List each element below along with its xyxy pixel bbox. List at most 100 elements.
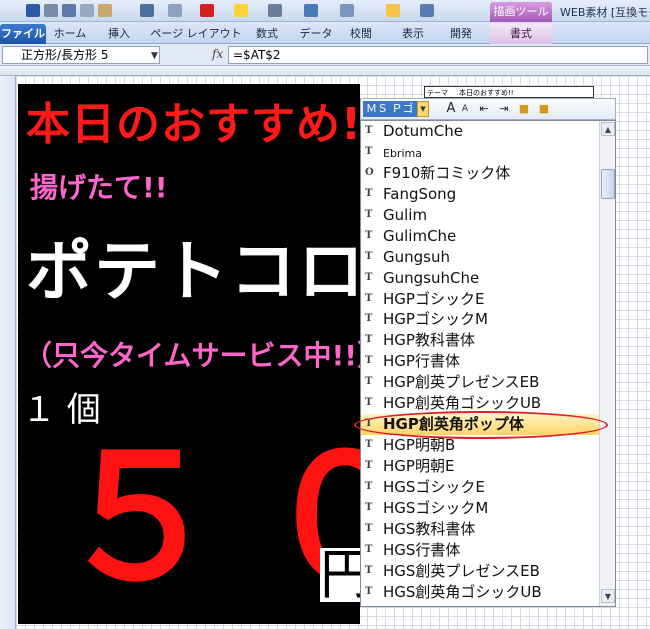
font-list-item-label: HGP創英角ゴシックUB — [383, 394, 542, 413]
tab-insert[interactable]: 挿入 — [104, 24, 134, 44]
poster-product: ポテトコロッケ — [26, 233, 360, 310]
font-list-item[interactable]: T HGS教科書体 — [361, 519, 599, 540]
truetype-font-icon: T — [365, 208, 373, 220]
font-list-item-label: HGS行書体 — [383, 540, 461, 559]
print-icon[interactable] — [44, 4, 58, 17]
title-bar: 描画ツール WEB素材 [互換モード] — [0, 0, 650, 22]
tab-review[interactable]: 校閲 — [346, 24, 376, 44]
name-box[interactable]: 正方形/長方形 5 ▼ — [2, 46, 160, 64]
font-list-item-label: HGP行書体 — [383, 352, 460, 371]
font-list-item-label: HGP明朝B — [383, 436, 456, 455]
font-list-item[interactable]: T HGP創英角ポップ体 — [361, 414, 599, 436]
font-list-item[interactable]: T HGS創英角ゴシックUB — [361, 582, 599, 603]
copy-icon[interactable] — [80, 4, 94, 17]
table-icon[interactable] — [304, 4, 318, 17]
font-list-item-label: HGS創英プレゼンスEB — [383, 561, 540, 580]
fill-color-icon[interactable] — [234, 4, 248, 17]
undo-icon[interactable] — [140, 4, 154, 17]
font-list-item[interactable]: T HGP明朝E — [361, 456, 599, 477]
font-name-box[interactable]: ＭＳ Ｐゴ — [363, 101, 417, 117]
font-dropdown-list: T DotumChe T Ebrima O F910新コミック体 T FangSong T Gul… — [360, 120, 616, 607]
truetype-font-icon: T — [365, 543, 373, 555]
font-list-item[interactable]: T HGS創英プレゼンスEB — [361, 561, 599, 582]
font-list-item[interactable]: T HGP教科書体 — [361, 330, 599, 351]
ribbon-tabs: ファイル ホーム 挿入 ページ レイアウト 数式 データ 校閲 表示 開発 書式 — [0, 22, 650, 44]
bring-forward-icon[interactable]: ■ — [517, 101, 531, 117]
preview-icon[interactable] — [62, 4, 76, 17]
decrease-indent-icon[interactable]: ⇤ — [477, 101, 491, 117]
tab-developer[interactable]: 開発 — [446, 24, 476, 44]
font-list-item[interactable]: T Gulim — [361, 205, 599, 226]
font-list-item-label: HGS創英角ゴシックUB — [383, 582, 542, 601]
font-list-item[interactable]: T HGPゴシックM — [361, 309, 599, 330]
font-list-item-label: HGSゴシックM — [383, 498, 489, 517]
truetype-font-icon: T — [365, 501, 373, 513]
chevron-down-icon[interactable]: ▼ — [151, 48, 158, 64]
truetype-font-icon: T — [365, 145, 373, 157]
shrink-font-button[interactable]: A — [459, 101, 471, 117]
font-items: T DotumChe T Ebrima O F910新コミック体 T FangSong T Gul… — [361, 121, 599, 603]
font-list-item-label: Gungsuh — [383, 247, 450, 266]
font-list-item[interactable]: T HGS行書体 — [361, 540, 599, 561]
tab-view[interactable]: 表示 — [398, 24, 428, 44]
tab-file[interactable]: ファイル — [0, 24, 46, 44]
font-list-item[interactable]: O F910新コミック体 — [361, 163, 599, 184]
font-list-item[interactable]: T GulimChe — [361, 226, 599, 247]
tab-formulas[interactable]: 数式 — [252, 24, 282, 44]
chevron-down-icon[interactable]: ▼ — [417, 101, 429, 117]
font-color-icon[interactable] — [200, 4, 214, 17]
font-list-item-label: HGP創英プレゼンスEB — [383, 373, 540, 392]
font-list-item[interactable]: T HGP創英角ゴシックUB — [361, 393, 599, 414]
font-list-item[interactable]: T HGP行書体 — [361, 351, 599, 372]
font-list-item[interactable]: T HGSゴシックM — [361, 498, 599, 519]
tab-data[interactable]: データ — [298, 24, 334, 44]
font-list-item-label: HGPゴシックM — [383, 310, 488, 329]
scroll-up-icon[interactable]: ▲ — [601, 122, 615, 136]
font-list-item[interactable]: T Gungsuh — [361, 247, 599, 268]
customize-icon[interactable] — [420, 4, 434, 17]
row-headers[interactable] — [0, 76, 16, 629]
poster-subheadline: 揚げたて!! — [30, 171, 168, 204]
list-scrollbar[interactable]: ▲ ▼ — [599, 121, 615, 606]
grow-font-button[interactable]: A — [445, 101, 457, 117]
truetype-font-icon: T — [365, 334, 373, 346]
font-list-item[interactable]: T HGPゴシックE — [361, 289, 599, 310]
font-list-item[interactable]: T HGP創英プレゼンスEB — [361, 372, 599, 393]
font-list-item[interactable]: T FangSong — [361, 184, 599, 205]
font-list-item-label: HGS教科書体 — [383, 519, 476, 538]
grid-icon[interactable] — [340, 4, 354, 17]
font-list-item-label: Ebrima — [383, 146, 422, 160]
scroll-thumb[interactable] — [601, 169, 615, 199]
truetype-font-icon: T — [365, 460, 373, 471]
truetype-font-icon: T — [365, 355, 373, 367]
increase-indent-icon[interactable]: ⇥ — [497, 101, 511, 117]
scroll-down-icon[interactable]: ▼ — [601, 589, 615, 603]
save-icon[interactable] — [26, 4, 40, 17]
tab-format[interactable]: 書式 — [490, 24, 552, 44]
font-list-item[interactable]: T DotumChe — [361, 121, 599, 142]
font-list-item-label: HGP明朝E — [383, 457, 455, 475]
layout-icon[interactable] — [386, 4, 400, 17]
tab-home[interactable]: ホーム — [52, 24, 88, 44]
redo-icon[interactable] — [168, 4, 182, 17]
font-list-item[interactable]: T GungsuhChe — [361, 268, 599, 289]
truetype-font-icon: T — [365, 376, 373, 388]
drawing-tools-context: 描画ツール — [490, 2, 552, 22]
paste-icon[interactable] — [98, 4, 112, 17]
truetype-font-icon: T — [365, 439, 373, 451]
send-backward-icon[interactable]: ■ — [537, 101, 551, 117]
truetype-font-icon: T — [365, 480, 373, 492]
font-list-item[interactable]: T HGSゴシックE — [361, 477, 599, 498]
tab-page-layout[interactable]: ページ レイアウト — [148, 24, 244, 44]
poster-shape[interactable]: 本日のおすすめ!! 揚げたて!! ポテトコロッケ （只今タイムサービス中!!） … — [18, 84, 360, 624]
formula-input[interactable]: =$AT$2 — [228, 46, 648, 64]
column-headers[interactable] — [0, 66, 650, 76]
insert-function-icon[interactable]: fx — [212, 47, 223, 61]
font-list-item[interactable]: T HGP明朝B — [361, 435, 599, 456]
border-icon[interactable] — [268, 4, 282, 17]
window-title: WEB素材 [互換モード] — [560, 6, 650, 19]
truetype-font-icon: T — [365, 125, 373, 136]
poster-headline: 本日のおすすめ!! — [26, 99, 360, 150]
font-list-item[interactable]: T Ebrima — [361, 142, 599, 163]
truetype-font-icon: T — [365, 187, 373, 199]
